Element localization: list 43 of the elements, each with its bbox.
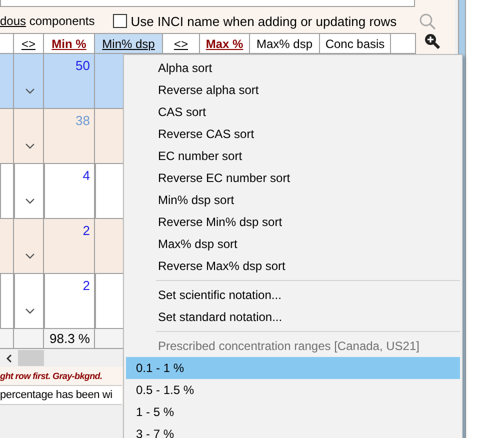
menu-item[interactable]: 1 - 5 % [126,401,460,423]
scrollbar-thumb[interactable] [18,350,44,366]
menu-item[interactable]: Reverse Min% dsp sort [124,211,462,233]
column-header[interactable]: Min% dsp [95,34,163,54]
menu-item[interactable]: Reverse alpha sort [124,79,462,101]
menu-item[interactable]: 3 - 7 % [126,423,460,438]
filter-label: dous components [0,14,95,28]
menu-item[interactable]: Alpha sort [124,57,462,79]
column-header[interactable]: <> [163,34,200,54]
chevron-down-icon[interactable] [25,253,35,259]
chevron-down-icon[interactable] [25,198,35,204]
min-value: 2 [82,277,91,295]
menu-item[interactable]: Min% dsp sort [124,189,462,211]
min-value: 38 [76,112,91,130]
column-header[interactable]: <> [14,34,44,54]
checkbox-label: Use INCI name when adding or updating rows [130,14,397,28]
column-header[interactable]: Conc basis [320,34,391,54]
chevron-down-icon[interactable] [25,308,35,314]
checkbox[interactable] [112,14,127,28]
column-header[interactable]: Max% dsp [250,34,320,54]
warning-text: ght row first. Gray-bkgnd. [0,370,104,383]
zoom-in-icon[interactable] [424,33,440,49]
menu-item[interactable]: 0.5 - 1.5 % [126,379,460,401]
menu-item[interactable]: EC number sort [124,145,462,167]
menu-item[interactable]: Set scientific notation... [124,284,462,306]
min-value: 50 [76,57,91,75]
column-header[interactable]: Max % [200,34,250,54]
chevron-down-icon[interactable] [25,143,35,149]
total-cell: 98.3 % [44,329,95,349]
menu-item[interactable]: Reverse EC number sort [124,167,462,189]
chevron-down-icon[interactable] [25,88,35,94]
menu-item[interactable]: 0.1 - 1 % [126,357,460,379]
column-header[interactable]: Min % [44,34,95,54]
menu-item[interactable]: Reverse Max% dsp sort [124,255,462,277]
menu-item[interactable]: Set standard notation... [124,306,462,328]
menu-heading: Prescribed concentration ranges [Canada, US21] [157,338,420,355]
menu-item[interactable]: Max% dsp sort [124,233,462,255]
min-value: 2 [82,222,91,240]
menu-item[interactable]: Reverse CAS sort [124,123,462,145]
input-field[interactable] [0,0,415,7]
status-text: percentage has been wi [0,385,122,405]
menu-item[interactable]: CAS sort [124,101,462,123]
min-value: 4 [82,167,91,185]
